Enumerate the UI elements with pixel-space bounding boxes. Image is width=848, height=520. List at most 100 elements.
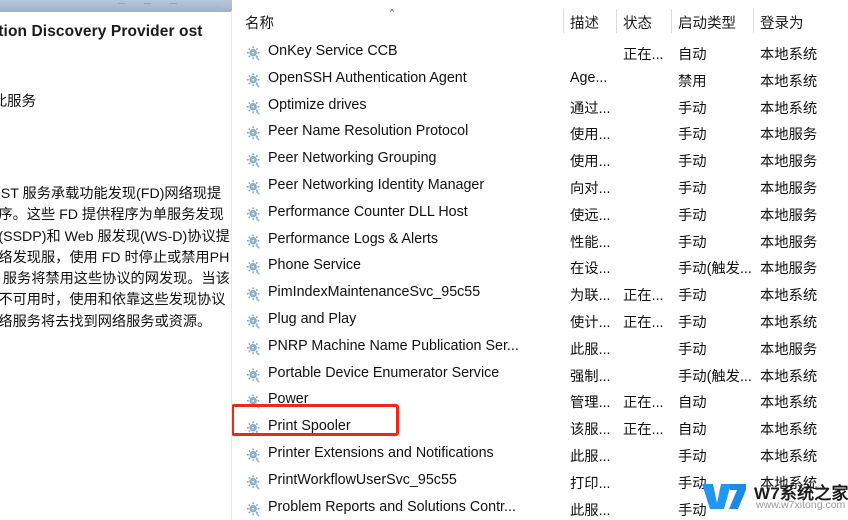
service-log-on-as: 本地服务	[760, 341, 818, 358]
service-row[interactable]: Peer Name Resolution Protocol 使用... 手动 本地服务	[232, 121, 848, 148]
service-startup-type: 自动	[678, 422, 707, 439]
sort-ascending-icon: ˄	[389, 8, 395, 22]
gear-icon	[245, 259, 262, 276]
service-startup-type: 手动	[678, 288, 707, 305]
service-status: 正在...	[623, 288, 664, 305]
service-row[interactable]: Peer Networking Grouping 使用... 手动 本地服务	[232, 148, 848, 175]
gear-icon	[245, 501, 262, 518]
header-separator[interactable]	[616, 9, 617, 33]
service-description: 使用...	[570, 127, 611, 144]
service-status: 正在...	[623, 395, 664, 412]
services-list-pane: 名称 ˄ 描述 状态 启动类型 登录为 OnKey Service CCB 正在.…	[232, 0, 848, 520]
service-log-on-as: 本地系统	[760, 449, 818, 465]
service-row[interactable]: Phone Service 在设... 手动(触发... 本地服务	[232, 255, 848, 282]
gear-icon	[245, 474, 262, 491]
start-service-action[interactable]: 动此服务	[0, 90, 36, 111]
gear-icon	[245, 99, 262, 116]
service-description: 强制...	[570, 368, 611, 385]
column-header-description[interactable]: 描述	[570, 12, 599, 33]
service-log-on-as: 本地系统	[760, 368, 818, 385]
service-row[interactable]: Performance Logs & Alerts 性能... 手动 本地服务	[232, 229, 848, 256]
gear-icon	[245, 313, 262, 330]
header-separator[interactable]	[671, 9, 672, 33]
service-log-on-as: 本地系统	[760, 395, 818, 412]
service-row[interactable]: Performance Counter DLL Host 使远... 手动 本地服务	[232, 202, 848, 229]
service-startup-type: 手动	[678, 341, 707, 358]
column-header-name[interactable]: 名称	[245, 12, 274, 33]
service-detail-pane: nction Discovery Provider ost 动此服务 述: PH…	[0, 12, 231, 520]
service-name: Phone Service	[268, 257, 361, 274]
service-row[interactable]: Optimize drives 通过... 手动 本地系统	[232, 95, 848, 122]
gear-icon	[245, 367, 262, 384]
service-startup-type: 手动	[678, 234, 707, 251]
service-name: PimIndexMaintenanceSvc_95c55	[268, 284, 481, 301]
service-startup-type: 手动(触发...	[678, 261, 752, 278]
w7-logo-icon	[702, 484, 746, 509]
service-status: 正在...	[623, 47, 664, 63]
description-body: PHOST 服务承载功能发现(FD)网络现提供程序。这些 FD 提供程序为单服务…	[0, 186, 230, 330]
column-header-startup-type[interactable]: 启动类型	[678, 12, 736, 33]
service-description: 向对...	[570, 181, 611, 197]
service-startup-type: 自动	[678, 395, 707, 412]
service-row[interactable]: PimIndexMaintenanceSvc_95c55 为联... 正在... 手动…	[232, 282, 848, 309]
column-header-status[interactable]: 状态	[623, 12, 652, 33]
service-log-on-as: 本地系统	[760, 422, 818, 439]
service-row[interactable]: Printer Extensions and Notifications 此服..…	[232, 443, 848, 470]
service-description: Age...	[570, 69, 608, 86]
service-title: nction Discovery Provider ost	[0, 23, 203, 40]
service-startup-type: 禁用	[678, 73, 707, 90]
gear-icon	[245, 420, 262, 437]
service-name: Power	[268, 391, 309, 408]
gear-icon	[245, 152, 262, 169]
column-header-log-on-as[interactable]: 登录为	[760, 12, 804, 33]
window-toolbar-strip	[0, 0, 224, 12]
service-name: PNRP Machine Name Publication Ser...	[268, 337, 519, 354]
service-log-on-as: 本地服务	[760, 261, 818, 278]
gear-icon	[245, 206, 262, 223]
service-name: Portable Device Enumerator Service	[268, 364, 500, 381]
service-log-on-as: 本地服务	[760, 154, 818, 171]
service-row[interactable]: PNRP Machine Name Publication Ser... 此服..…	[232, 336, 848, 363]
service-row[interactable]: Peer Networking Identity Manager 向对... 手动 本…	[232, 175, 848, 202]
service-startup-type: 手动	[678, 100, 707, 117]
service-description: 为联...	[570, 288, 611, 305]
service-startup-type: 手动	[678, 154, 707, 171]
service-startup-type: 手动	[678, 127, 707, 144]
service-row[interactable]: OpenSSH Authentication Agent Age... 禁用 本地系统	[232, 68, 848, 95]
service-description: 该服...	[570, 422, 611, 439]
service-name: Performance Logs & Alerts	[268, 230, 439, 247]
description-label: 述:	[0, 164, 1, 185]
watermark: W7系统之家 www.w7xitong.com	[700, 479, 848, 517]
service-row[interactable]: Plug and Play 使计... 正在... 手动 本地系统	[232, 309, 848, 336]
service-description: 此服...	[570, 341, 611, 358]
service-row[interactable]: Portable Device Enumerator Service 强制... 手…	[232, 363, 848, 390]
gear-icon	[245, 286, 262, 303]
header-separator[interactable]	[753, 9, 754, 33]
service-log-on-as: 本地系统	[760, 315, 818, 331]
service-row-selected[interactable]: Print Spooler 该服... 正在... 自动 本地系统	[232, 416, 848, 443]
service-startup-type: 手动	[678, 315, 707, 331]
service-description: 通过...	[570, 100, 611, 117]
service-description: 管理...	[570, 395, 611, 412]
service-name: Peer Networking Identity Manager	[268, 177, 485, 193]
service-row[interactable]: OnKey Service CCB 正在... 自动 本地系统	[232, 41, 848, 68]
list-header: 名称 ˄ 描述 状态 启动类型 登录为	[232, 8, 848, 38]
start-service-text: 此服务	[0, 94, 36, 110]
screenshot-root: nction Discovery Provider ost 动此服务 述: PH…	[0, 0, 848, 520]
service-log-on-as: 本地系统	[760, 100, 818, 117]
service-log-on-as: 本地服务	[760, 127, 818, 144]
service-status: 正在...	[623, 315, 664, 331]
watermark-url: www.w7xitong.com	[756, 499, 846, 511]
service-name: PrintWorkflowUserSvc_95c55	[268, 471, 457, 488]
service-name: Print Spooler	[268, 418, 351, 435]
header-separator[interactable]	[563, 9, 564, 33]
service-name: Printer Extensions and Notifications	[268, 445, 494, 461]
service-row[interactable]: Power 管理... 正在... 自动 本地系统	[232, 389, 848, 416]
service-name: OnKey Service CCB	[268, 43, 398, 59]
service-name: OpenSSH Authentication Agent	[268, 69, 467, 86]
service-name: Problem Reports and Solutions Contr...	[268, 498, 516, 515]
toolbar-glyphs	[118, 1, 208, 9]
service-name: Peer Networking Grouping	[268, 150, 437, 167]
service-log-on-as: 本地系统	[760, 73, 818, 90]
service-startup-type: 手动(触发...	[678, 368, 752, 385]
